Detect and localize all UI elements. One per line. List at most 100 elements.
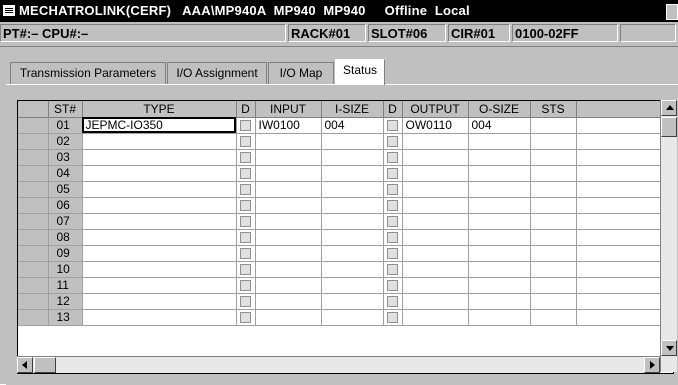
input-direction-checkbox[interactable] — [236, 149, 256, 166]
checkbox-icon[interactable] — [240, 296, 251, 308]
input-direction-checkbox[interactable] — [236, 277, 256, 294]
input-cell[interactable] — [255, 293, 322, 310]
st-cell[interactable]: 11 — [48, 277, 83, 294]
input-direction-checkbox[interactable] — [236, 245, 256, 262]
st-cell[interactable]: 12 — [48, 293, 83, 310]
table-row[interactable]: 01 JEPMC-IO350 IW0100 004 OW0110 004 — [18, 117, 671, 134]
header-corner[interactable] — [18, 101, 49, 118]
input-cell[interactable] — [255, 133, 322, 150]
header-type[interactable]: TYPE — [82, 101, 237, 118]
row-header[interactable] — [18, 245, 49, 262]
o-size-cell[interactable] — [468, 229, 531, 246]
extra-cell[interactable] — [576, 133, 671, 150]
output-direction-checkbox[interactable] — [383, 245, 403, 262]
extra-cell[interactable] — [576, 197, 671, 214]
scroll-right-button[interactable] — [644, 357, 660, 373]
table-row[interactable]: 12 — [18, 293, 671, 310]
checkbox-icon[interactable] — [387, 200, 398, 212]
extra-cell[interactable] — [576, 309, 671, 326]
o-size-cell[interactable] — [468, 213, 531, 230]
table-row[interactable]: 02 — [18, 133, 671, 150]
o-size-cell[interactable] — [468, 181, 531, 198]
output-cell[interactable] — [402, 277, 469, 294]
output-cell[interactable] — [402, 165, 469, 182]
o-size-cell[interactable] — [468, 149, 531, 166]
st-cell[interactable]: 04 — [48, 165, 83, 182]
type-cell[interactable] — [82, 245, 237, 262]
output-direction-checkbox[interactable] — [383, 277, 403, 294]
vertical-scrollbar[interactable] — [660, 100, 677, 372]
input-cell[interactable] — [255, 229, 322, 246]
st-cell[interactable]: 03 — [48, 149, 83, 166]
sts-cell[interactable] — [530, 133, 577, 150]
row-header[interactable] — [18, 165, 49, 182]
output-direction-checkbox[interactable] — [383, 133, 403, 150]
extra-cell[interactable] — [576, 165, 671, 182]
i-size-cell[interactable] — [321, 293, 384, 310]
type-cell[interactable] — [82, 165, 237, 182]
sts-cell[interactable] — [530, 117, 577, 134]
scroll-down-button[interactable] — [661, 340, 677, 356]
output-cell[interactable]: OW0110 — [402, 117, 469, 134]
header-input[interactable]: INPUT — [255, 101, 322, 118]
header-sts[interactable]: STS — [530, 101, 577, 118]
i-size-cell[interactable] — [321, 309, 384, 326]
extra-cell[interactable] — [576, 293, 671, 310]
st-cell[interactable]: 08 — [48, 229, 83, 246]
output-cell[interactable] — [402, 213, 469, 230]
checkbox-icon[interactable] — [240, 312, 251, 324]
type-cell[interactable] — [82, 309, 237, 326]
st-cell[interactable]: 13 — [48, 309, 83, 326]
row-header[interactable] — [18, 149, 49, 166]
input-direction-checkbox[interactable] — [236, 117, 256, 134]
window-control-button[interactable] — [666, 4, 678, 20]
output-cell[interactable] — [402, 261, 469, 278]
row-header[interactable] — [18, 261, 49, 278]
i-size-cell[interactable] — [321, 133, 384, 150]
st-cell[interactable]: 01 — [48, 117, 83, 134]
type-cell[interactable] — [82, 293, 237, 310]
o-size-cell[interactable] — [468, 309, 531, 326]
checkbox-icon[interactable] — [387, 136, 398, 148]
sts-cell[interactable] — [530, 213, 577, 230]
type-cell[interactable] — [82, 277, 237, 294]
input-cell[interactable] — [255, 245, 322, 262]
table-row[interactable]: 13 — [18, 309, 671, 326]
o-size-cell[interactable] — [468, 165, 531, 182]
type-cell[interactable] — [82, 229, 237, 246]
header-extra[interactable] — [576, 101, 671, 118]
output-direction-checkbox[interactable] — [383, 165, 403, 182]
row-header[interactable] — [18, 213, 49, 230]
extra-cell[interactable] — [576, 261, 671, 278]
extra-cell[interactable] — [576, 117, 671, 134]
output-cell[interactable] — [402, 197, 469, 214]
checkbox-icon[interactable] — [240, 120, 251, 132]
i-size-cell[interactable] — [321, 245, 384, 262]
header-o-size[interactable]: O-SIZE — [468, 101, 531, 118]
input-cell[interactable] — [255, 181, 322, 198]
checkbox-icon[interactable] — [387, 152, 398, 164]
input-cell[interactable]: IW0100 — [255, 117, 322, 134]
checkbox-icon[interactable] — [240, 264, 251, 276]
checkbox-icon[interactable] — [387, 280, 398, 292]
input-direction-checkbox[interactable] — [236, 309, 256, 326]
st-cell[interactable]: 05 — [48, 181, 83, 198]
input-direction-checkbox[interactable] — [236, 293, 256, 310]
o-size-cell[interactable]: 004 — [468, 117, 531, 134]
sts-cell[interactable] — [530, 229, 577, 246]
row-header[interactable] — [18, 117, 49, 134]
i-size-cell[interactable] — [321, 181, 384, 198]
checkbox-icon[interactable] — [387, 168, 398, 180]
sts-cell[interactable] — [530, 181, 577, 198]
output-direction-checkbox[interactable] — [383, 117, 403, 134]
output-cell[interactable] — [402, 181, 469, 198]
checkbox-icon[interactable] — [387, 248, 398, 260]
output-direction-checkbox[interactable] — [383, 261, 403, 278]
checkbox-icon[interactable] — [240, 136, 251, 148]
st-cell[interactable]: 02 — [48, 133, 83, 150]
o-size-cell[interactable] — [468, 261, 531, 278]
i-size-cell[interactable] — [321, 277, 384, 294]
i-size-cell[interactable] — [321, 261, 384, 278]
i-size-cell[interactable] — [321, 229, 384, 246]
type-cell[interactable] — [82, 213, 237, 230]
